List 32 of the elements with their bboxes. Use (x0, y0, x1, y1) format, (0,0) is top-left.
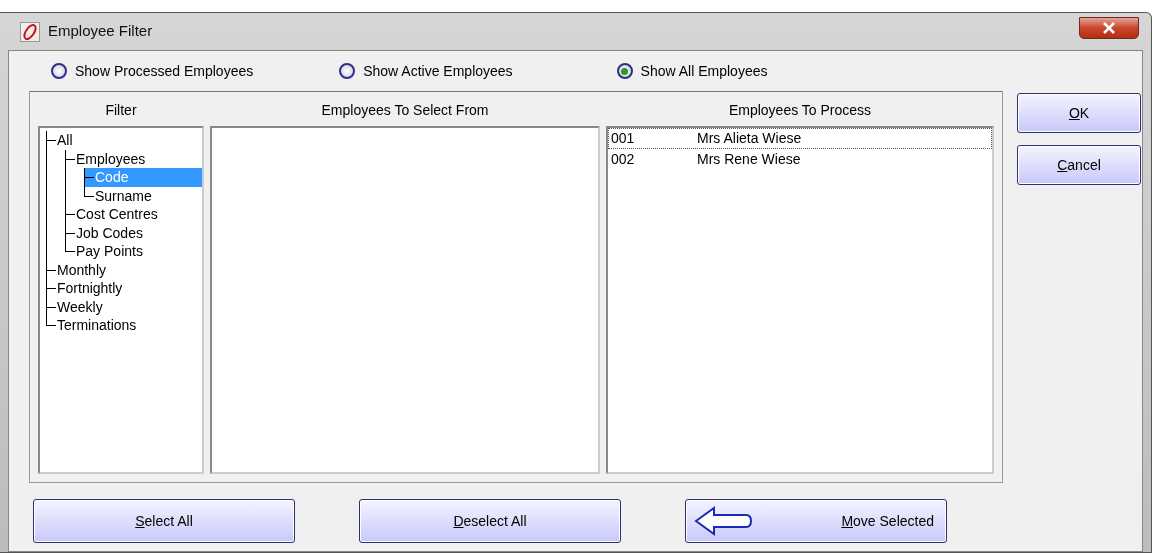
radio-option[interactable]: Show All Employees (616, 60, 768, 82)
table-cell: Mrs Alieta Wiese (697, 129, 802, 148)
tree-item[interactable]: Weekly (47, 297, 202, 316)
tree-item[interactable]: All (47, 131, 202, 150)
column-heading: Filter (104, 101, 138, 120)
tree-item[interactable]: Terminations (47, 316, 202, 335)
tree-item[interactable]: Employees (66, 149, 202, 168)
tree-item[interactable]: Monthly (47, 260, 202, 279)
tree-item[interactable]: Cost Centres (66, 205, 202, 224)
table-cell: Mrs Rene Wiese (697, 149, 801, 168)
table-cell-text: 002 (611, 149, 636, 168)
column-heading: Employees To Process (727, 101, 873, 120)
close-button[interactable] (1079, 16, 1139, 39)
radio-option[interactable]: Show Active Employees (339, 60, 513, 82)
column-heading: Employees To Select From (320, 101, 490, 120)
left-arrow-icon (694, 506, 752, 536)
app-logo-icon (20, 21, 40, 42)
tree-item[interactable]: Fortnightly (47, 279, 202, 298)
action-button[interactable]: Deselect All (359, 499, 621, 543)
tree-item[interactable]: Surname (85, 186, 202, 205)
filter-tree[interactable]: All Employees Code Surname Cost Centres Job Codes Pay Points Monthly Fortnightly Weekly Terminations (38, 126, 204, 474)
action-button[interactable]: Select All (33, 499, 295, 543)
cancel-button[interactable]: Cancel (1017, 145, 1141, 185)
window-title: Employee Filter (48, 21, 153, 42)
process-list[interactable]: 001 Mrs Alieta Wiese 002 Mrs Rene Wiese (606, 126, 994, 474)
close-icon (1102, 21, 1116, 34)
tree-item[interactable]: Pay Points (66, 242, 202, 261)
table-cell-text: 001 (611, 129, 636, 148)
move-selected-button[interactable]: Move Selected (685, 499, 947, 543)
ok-button[interactable]: OK (1017, 93, 1141, 133)
tree-item[interactable]: Job Codes (66, 223, 202, 242)
radio-option[interactable]: Show Processed Employees (51, 60, 254, 82)
